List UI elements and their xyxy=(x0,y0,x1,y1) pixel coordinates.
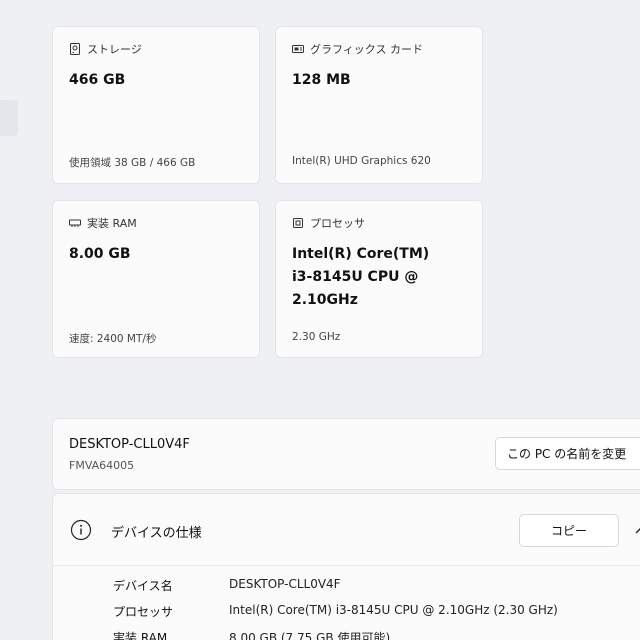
memory-icon xyxy=(69,219,81,227)
processor-card-title: プロセッサ xyxy=(310,217,365,230)
processor-clock: 2.30 GHz xyxy=(292,331,341,343)
graphics-card-icon xyxy=(292,45,304,53)
device-specs-header[interactable]: デバイスの仕様 コピー xyxy=(53,494,640,566)
graphics-card-card: グラフィックス カード 128 MB Intel(R) UHD Graphics… xyxy=(275,26,483,184)
spec-row: 実装 RAM 8.00 GB (7.75 GB 使用可能) xyxy=(113,629,390,640)
rename-pc-button[interactable]: この PC の名前を変更 xyxy=(495,437,640,470)
processor-name: Intel(R) Core(TM) i3-8145U CPU @ 2.10GHz xyxy=(292,243,472,312)
graphics-card-title: グラフィックス カード xyxy=(310,43,423,56)
info-icon xyxy=(70,519,92,541)
spec-row: デバイス名 DESKTOP-CLL0V4F xyxy=(113,577,341,594)
graphics-card-header: グラフィックス カード xyxy=(292,41,423,57)
ram-speed: 速度: 2400 MT/秒 xyxy=(69,333,157,345)
storage-icon xyxy=(70,43,80,55)
copy-button[interactable]: コピー xyxy=(519,514,619,547)
processor-name-line: i3-8145U CPU @ xyxy=(292,269,419,285)
device-name-panel: DESKTOP-CLL0V4F FMVA64005 この PC の名前を変更 xyxy=(52,418,640,490)
ram-card: 実装 RAM 8.00 GB 速度: 2400 MT/秒 xyxy=(52,200,260,358)
ram-amount: 8.00 GB xyxy=(69,246,131,262)
processor-card: プロセッサ Intel(R) Core(TM) i3-8145U CPU @ 2… xyxy=(275,200,483,358)
storage-total: 466 GB xyxy=(69,72,126,88)
ram-card-title: 実装 RAM xyxy=(87,217,137,230)
device-model: FMVA64005 xyxy=(69,459,135,472)
spec-value: 8.00 GB (7.75 GB 使用可能) xyxy=(229,631,391,640)
spec-key: 実装 RAM xyxy=(113,631,168,640)
graphics-memory: 128 MB xyxy=(292,72,351,88)
chevron-up-icon[interactable] xyxy=(633,523,640,537)
storage-card: ストレージ 466 GB 使用領域 38 GB / 466 GB xyxy=(52,26,260,184)
spec-value: DESKTOP-CLL0V4F xyxy=(229,577,341,591)
ram-card-header: 実装 RAM xyxy=(69,215,137,231)
device-specs-title: デバイスの仕様 xyxy=(111,526,202,541)
processor-icon xyxy=(293,218,303,228)
storage-card-header: ストレージ xyxy=(69,41,142,57)
spec-key: デバイス名 xyxy=(113,579,173,593)
sidebar-selection-stub xyxy=(0,100,18,136)
spec-row: プロセッサ Intel(R) Core(TM) i3-8145U CPU @ 2… xyxy=(113,603,558,620)
processor-name-line: 2.10GHz xyxy=(292,292,358,308)
device-name: DESKTOP-CLL0V4F xyxy=(69,437,190,452)
processor-name-line: Intel(R) Core(TM) xyxy=(292,246,430,262)
device-specs-panel: デバイスの仕様 コピー デバイス名 DESKTOP-CLL0V4F プロセッサ … xyxy=(52,493,640,640)
spec-key: プロセッサ xyxy=(113,605,174,619)
storage-card-title: ストレージ xyxy=(87,43,142,56)
spec-value: Intel(R) Core(TM) i3-8145U CPU @ 2.10GHz… xyxy=(229,603,558,617)
storage-usage: 使用領域 38 GB / 466 GB xyxy=(69,157,196,169)
graphics-adapter-name: Intel(R) UHD Graphics 620 xyxy=(292,155,431,167)
processor-card-header: プロセッサ xyxy=(292,215,365,231)
